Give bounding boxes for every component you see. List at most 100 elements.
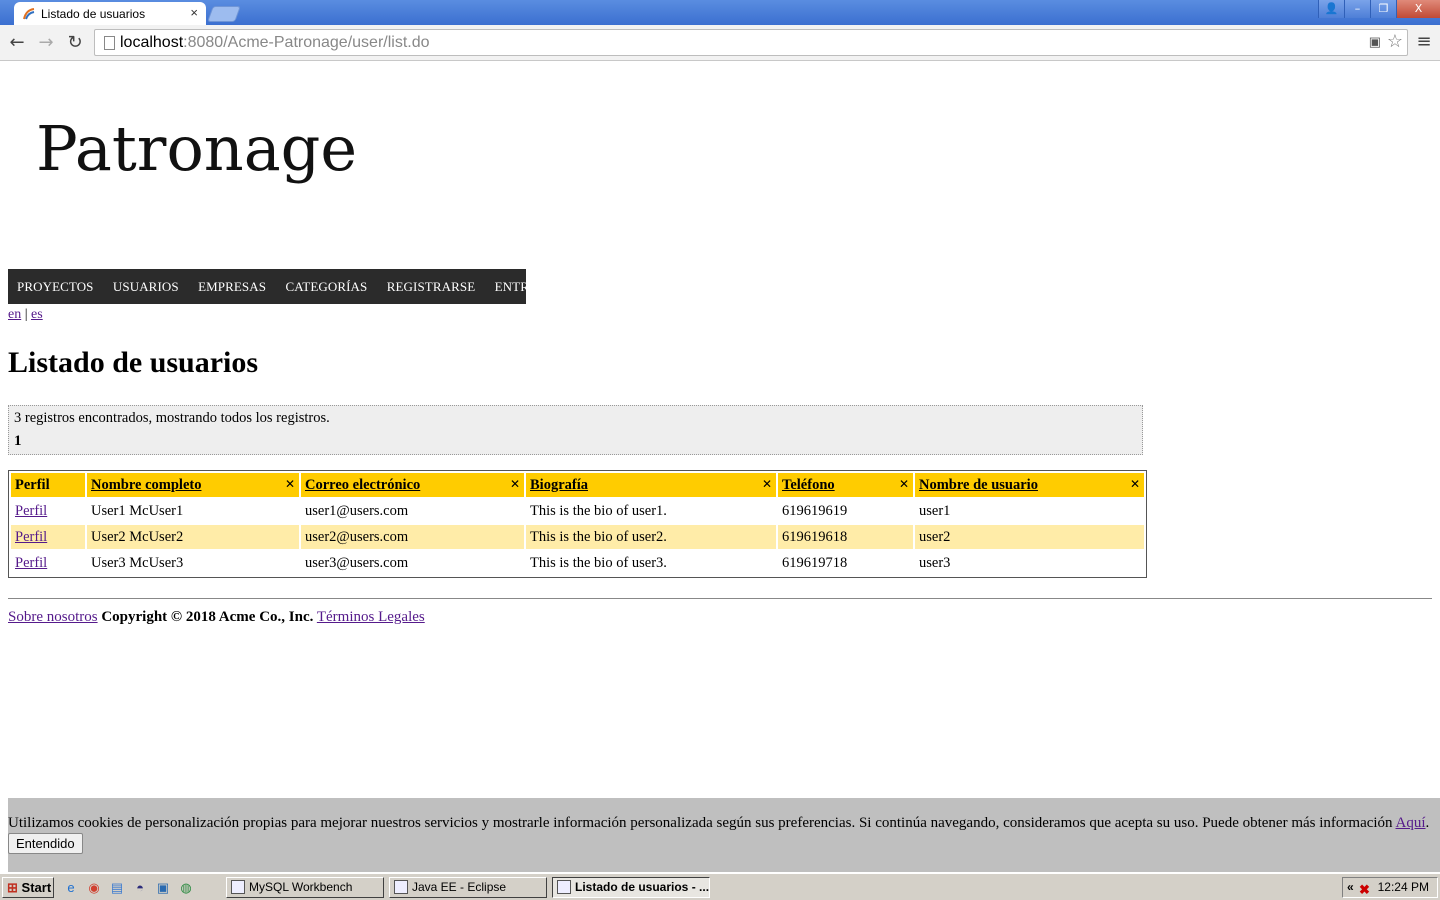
about-link[interactable]: Sobre nosotros	[8, 609, 98, 625]
cookie-info-link[interactable]: Aquí	[1396, 815, 1426, 831]
minimize-button[interactable]: –	[1344, 0, 1370, 18]
remove-column-icon[interactable]: ✕	[510, 477, 520, 491]
footer-divider	[8, 598, 1432, 599]
windows-logo-icon: ⊞	[7, 880, 18, 895]
copyright-text: Copyright © 2018 Acme Co., Inc.	[101, 609, 314, 625]
reload-icon[interactable]: ↻	[64, 32, 86, 54]
browser-tab[interactable]: Listado de usuarios ×	[14, 2, 206, 25]
cell-nombre: User1 McUser1	[87, 499, 299, 523]
profile-link[interactable]: Perfil	[15, 503, 47, 519]
clock: 12:24 PM	[1377, 880, 1429, 894]
table-row: Perfil User1 McUser1 user1@users.com Thi…	[11, 499, 1144, 523]
cell-perfil: Perfil	[11, 499, 85, 523]
nav-proyectos[interactable]: PROYECTOS	[8, 269, 103, 304]
translate-icon[interactable]: ▣	[1369, 34, 1381, 50]
back-arrow-icon[interactable]: ←	[6, 32, 28, 54]
forward-arrow-icon[interactable]: →	[35, 32, 57, 54]
site-logo[interactable]: Patronage	[36, 112, 357, 185]
restore-button[interactable]: ❐	[1370, 0, 1396, 18]
cell-telefono: 619619618	[778, 525, 913, 549]
nav-empresas[interactable]: EMPRESAS	[188, 269, 275, 304]
cell-usuario: user1	[915, 499, 1144, 523]
col-nombre-usuario: Nombre de usuario ✕	[915, 473, 1144, 497]
col-perfil: Perfil	[11, 473, 85, 497]
remove-column-icon[interactable]: ✕	[762, 477, 772, 491]
sort-correo-link[interactable]: Correo electrónico	[305, 477, 420, 493]
cell-telefono: 619619619	[778, 499, 913, 523]
cell-nombre: User3 McUser3	[87, 551, 299, 575]
col-correo: Correo electrónico ✕	[301, 473, 524, 497]
tab-title: Listado de usuarios	[41, 7, 146, 21]
profile-link[interactable]: Perfil	[15, 529, 47, 545]
tray-alert-icon[interactable]: ✖	[1359, 880, 1370, 899]
legal-terms-link[interactable]: Términos Legales	[317, 609, 425, 625]
url-text[interactable]: localhost:8080/Acme-Patronage/user/list.…	[120, 34, 430, 52]
cookie-banner: Utilizamos cookies de personalización pr…	[8, 798, 1440, 872]
nav-usuarios[interactable]: USUARIOS	[103, 269, 188, 304]
page-icon	[104, 36, 115, 50]
nav-registrarse[interactable]: REGISTRARSE	[377, 269, 485, 304]
results-banner: 3 registros encontrados, mostrando todos…	[8, 405, 1143, 455]
system-tray: « ✖ 12:24 PM	[1342, 877, 1438, 898]
task-label: MySQL Workbench	[249, 880, 353, 894]
cell-nombre: User2 McUser2	[87, 525, 299, 549]
nav-entrar[interactable]: ENTRAR	[485, 269, 557, 304]
eclipse-icon[interactable]: ◓	[131, 879, 149, 897]
new-tab-button[interactable]	[207, 6, 241, 22]
results-count: 3 registros encontrados, mostrando todos…	[14, 410, 330, 426]
cell-perfil: Perfil	[11, 551, 85, 575]
lang-es-link[interactable]: es	[31, 307, 43, 322]
cell-biografia: This is the bio of user2.	[526, 525, 776, 549]
sort-nombre-usuario-link[interactable]: Nombre de usuario	[919, 477, 1038, 493]
task-label: Java EE - Eclipse	[412, 880, 507, 894]
task-mysql-workbench[interactable]: MySQL Workbench	[226, 877, 384, 898]
tray-expand-icon[interactable]: «	[1347, 878, 1354, 897]
task-browser[interactable]: Listado de usuarios - ...	[552, 877, 710, 898]
current-page: 1	[14, 433, 22, 449]
start-button[interactable]: ⊞ Start	[2, 877, 54, 898]
window-controls: 👤 – ❐ X	[1318, 0, 1440, 18]
sort-biografia-link[interactable]: Biografía	[530, 477, 588, 493]
network-icon[interactable]: ◍	[177, 879, 195, 897]
profile-link[interactable]: Perfil	[15, 555, 47, 571]
chrome-icon[interactable]: ◉	[85, 879, 103, 897]
remove-column-icon[interactable]: ✕	[1130, 477, 1140, 491]
notepad-icon[interactable]: ▤	[108, 879, 126, 897]
accept-cookies-button[interactable]: Entendido	[8, 833, 83, 854]
task-label: Listado de usuarios - ...	[575, 880, 710, 894]
chrome-menu-icon[interactable]: ≡	[1416, 31, 1432, 53]
remove-column-icon[interactable]: ✕	[899, 477, 909, 491]
browser-toolbar: ← → ↻ localhost:8080/Acme-Patronage/user…	[0, 25, 1440, 61]
cookie-message: Utilizamos cookies de personalización pr…	[8, 815, 1430, 831]
nav-categorias[interactable]: CATEGORÍAS	[276, 269, 377, 304]
cookie-message-text: Utilizamos cookies de personalización pr…	[8, 815, 1393, 831]
ie-icon[interactable]: e	[62, 879, 80, 897]
sort-nombre-completo-link[interactable]: Nombre completo	[91, 477, 201, 493]
table-row: Perfil User2 McUser2 user2@users.com Thi…	[11, 525, 1144, 549]
cell-correo: user1@users.com	[301, 499, 524, 523]
task-eclipse[interactable]: Java EE - Eclipse	[389, 877, 547, 898]
close-window-button[interactable]: X	[1396, 0, 1440, 18]
remove-column-icon[interactable]: ✕	[285, 477, 295, 491]
address-bar[interactable]: localhost:8080/Acme-Patronage/user/list.…	[94, 29, 1408, 56]
favicon-icon	[23, 8, 35, 20]
workbench-icon[interactable]: ▣	[154, 879, 172, 897]
bookmark-star-icon[interactable]: ☆	[1387, 31, 1403, 52]
language-switcher: en | es	[8, 307, 43, 323]
quick-launch: e ◉ ▤ ◓ ▣ ◍	[62, 879, 195, 897]
col-nombre-completo: Nombre completo ✕	[87, 473, 299, 497]
cell-biografia: This is the bio of user3.	[526, 551, 776, 575]
url-path: :8080/Acme-Patronage/user/list.do	[183, 34, 430, 51]
user-profile-button[interactable]: 👤	[1318, 0, 1344, 18]
users-table: Perfil Nombre completo ✕ Correo electróni…	[8, 470, 1147, 578]
col-telefono: Teléfono ✕	[778, 473, 913, 497]
lang-separator: |	[24, 307, 28, 322]
eclipse-task-icon	[394, 880, 408, 894]
lang-en-link[interactable]: en	[8, 307, 21, 322]
sort-telefono-link[interactable]: Teléfono	[782, 477, 835, 493]
table-row: Perfil User3 McUser3 user3@users.com Thi…	[11, 551, 1144, 575]
mysql-workbench-icon	[231, 880, 245, 894]
main-nav: PROYECTOS USUARIOS EMPRESAS CATEGORÍAS R…	[8, 269, 547, 304]
tab-close-icon[interactable]: ×	[190, 5, 198, 20]
cell-correo: user2@users.com	[301, 525, 524, 549]
